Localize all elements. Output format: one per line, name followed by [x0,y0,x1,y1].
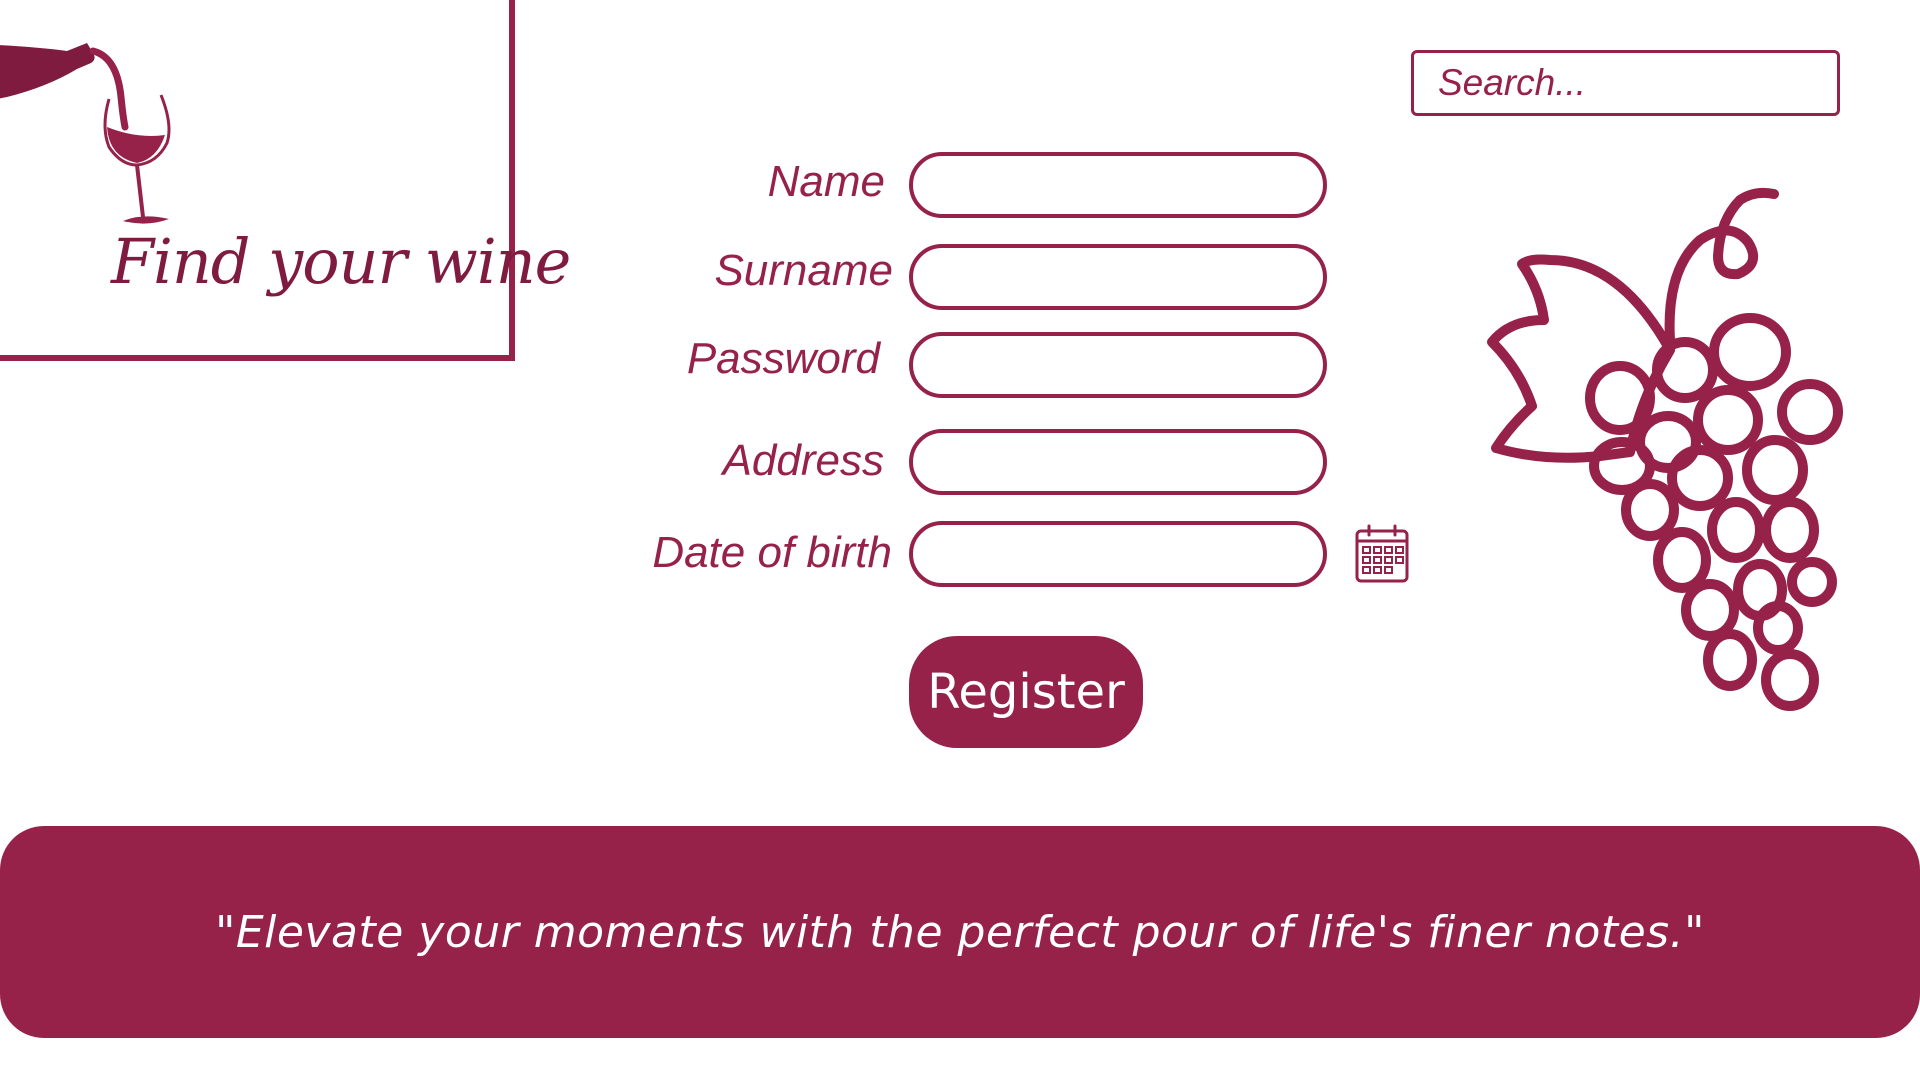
surname-field[interactable] [909,244,1327,310]
surname-label: Surname [714,246,893,295]
registration-page: Find your wine Name Surname Password Add… [0,0,1920,1080]
quote-text: "Elevate your moments with the perfect p… [215,906,1705,958]
register-button[interactable]: Register [909,636,1143,748]
grapes-icon [1487,187,1843,711]
password-field[interactable] [909,332,1327,398]
logo-title: Find your wine [111,225,571,298]
wine-pour-icon [0,43,171,224]
calendar-icon[interactable] [1354,523,1410,585]
name-label: Name [767,157,885,206]
name-field[interactable] [909,152,1327,218]
date-of-birth-label: Date of birth [652,528,892,577]
search-input[interactable] [1436,61,1815,105]
date-of-birth-field[interactable] [909,521,1327,587]
quote-banner: "Elevate your moments with the perfect p… [0,826,1920,1038]
address-field[interactable] [909,429,1327,495]
logo-card: Find your wine [0,0,571,358]
address-label: Address [722,436,884,485]
password-label: Password [686,334,880,383]
search-box[interactable] [1411,50,1840,116]
